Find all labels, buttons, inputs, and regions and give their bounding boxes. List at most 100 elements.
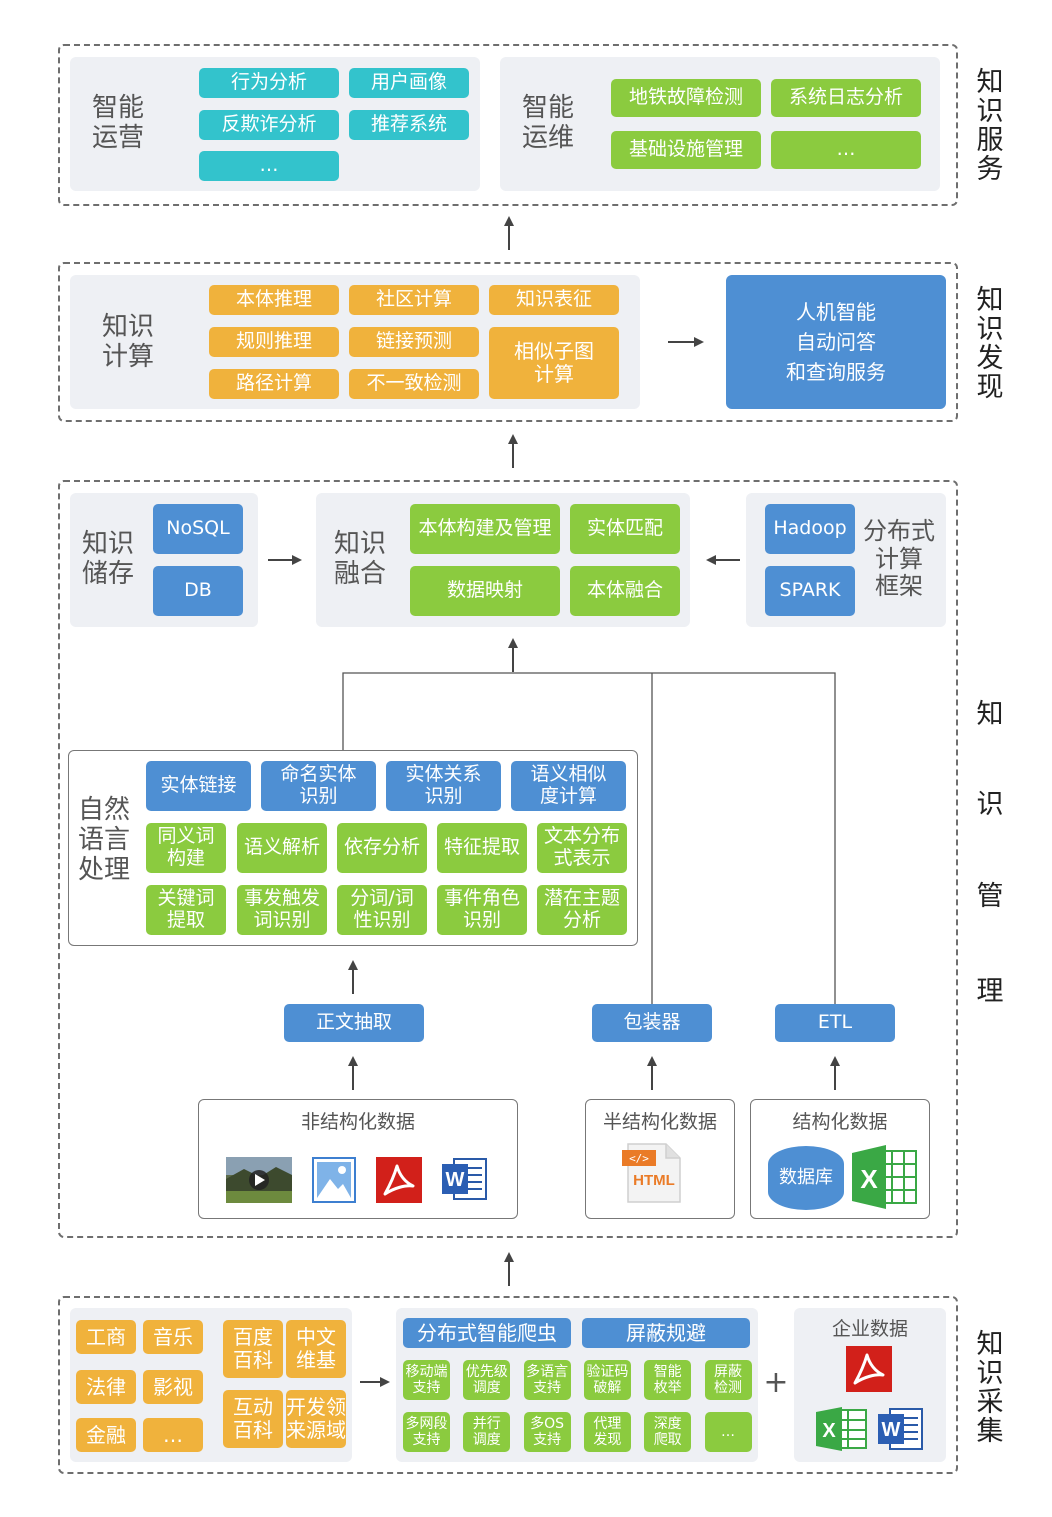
- crawler-feature: 屏蔽 检测: [704, 1360, 752, 1400]
- ops-item-antifraud: 反欺诈分析: [199, 110, 339, 140]
- fusion-ontology-merge: 本体融合: [570, 566, 680, 616]
- maint-item-more: …: [771, 131, 921, 169]
- knowledge-storage-label: 知识 储存: [82, 529, 135, 589]
- source-open-domain: 开发领 来源域: [286, 1390, 346, 1448]
- compute-path: 路径计算: [209, 369, 339, 399]
- crawler-feature: 并行 调度: [463, 1412, 511, 1452]
- semistructured-data-title: 半结构化数据: [602, 1111, 717, 1133]
- nlp-topic: 潜在主题 分析: [537, 885, 627, 935]
- crawler-feature: 代理 发现: [583, 1412, 631, 1452]
- source-finance: 金融: [76, 1418, 136, 1452]
- nlp-semantic-parse: 语义解析: [237, 823, 327, 873]
- smart-operations-label: 智能 运营: [92, 93, 145, 153]
- knowledge-fusion-label: 知识 融合: [334, 529, 387, 589]
- nlp-event-trigger: 事发触发 词识别: [237, 885, 327, 935]
- dist-hadoop: Hadoop: [765, 504, 855, 554]
- nlp-event-role: 事件角色 识别: [437, 885, 527, 935]
- source-business: 工商: [76, 1320, 136, 1354]
- crawler-feature: 移动端 支持: [403, 1360, 450, 1400]
- video-icon: [226, 1157, 292, 1203]
- fusion-entity-match: 实体匹配: [570, 504, 680, 554]
- source-film: 影视: [143, 1370, 203, 1404]
- nlp-dependency: 依存分析: [337, 823, 427, 873]
- layer-label-management-2: 识: [976, 789, 1004, 820]
- nlp-keyword: 关键词 提取: [146, 885, 226, 935]
- crawler-feature: 优先级 调度: [463, 1360, 511, 1400]
- knowledge-compute-label: 知识 计算: [102, 312, 155, 372]
- extract-text: 正文抽取: [284, 1004, 424, 1042]
- maint-item-syslog: 系统日志分析: [771, 79, 921, 117]
- excel-icon: X: [850, 1143, 920, 1211]
- storage-nosql: NoSQL: [153, 504, 243, 554]
- nlp-ner: 命名实体 识别: [261, 761, 376, 811]
- pdf-icon: [846, 1346, 892, 1392]
- svg-text:HTML: HTML: [633, 1172, 675, 1189]
- html-icon: </> HTML: [622, 1142, 684, 1204]
- crawler-feature: 验证码 破解: [583, 1360, 631, 1400]
- extract-etl: ETL: [775, 1004, 895, 1042]
- ops-item-more: …: [199, 151, 339, 181]
- storage-db: DB: [153, 566, 243, 616]
- nlp-relation: 实体关系 识别: [386, 761, 501, 811]
- layer-label-management-3: 管: [976, 881, 1004, 912]
- nlp-similarity: 语义相似 度计算: [511, 761, 626, 811]
- svg-text:W: W: [882, 1419, 901, 1441]
- word-icon: W: [876, 1406, 924, 1452]
- nlp-synonym: 同义词 构建: [146, 823, 226, 873]
- ops-item-portrait: 用户画像: [349, 68, 469, 98]
- nlp-feature: 特征提取: [437, 823, 527, 873]
- unstructured-data-title: 非结构化数据: [300, 1111, 415, 1133]
- crawler-feature: 多网段 支持: [403, 1412, 450, 1452]
- layer-label-discovery: 知 识 发 现: [976, 285, 1004, 404]
- distributed-framework-label: 分布式 计算 框架: [863, 517, 935, 601]
- fusion-data-mapping: 数据映射: [410, 566, 560, 616]
- crawler-feature: 多OS 支持: [523, 1412, 571, 1452]
- nlp-entity-linking: 实体链接: [146, 761, 251, 811]
- compute-community: 社区计算: [349, 285, 479, 315]
- fusion-ontology-build: 本体构建及管理: [410, 504, 560, 554]
- structured-data-title: 结构化数据: [792, 1111, 888, 1133]
- compute-ontology-reasoning: 本体推理: [209, 285, 339, 315]
- qa-service-box: 人机智能 自动问答 和查询服务: [726, 275, 946, 409]
- dist-spark: SPARK: [765, 566, 855, 616]
- source-chinese-wiki: 中文 维基: [286, 1320, 346, 1378]
- compute-inconsistency: 不一致检测: [349, 369, 479, 399]
- svg-text:W: W: [446, 1169, 465, 1191]
- source-hudong-baike: 互动 百科: [223, 1390, 283, 1448]
- compute-link-prediction: 链接预测: [349, 327, 479, 357]
- source-law: 法律: [76, 1370, 136, 1404]
- layer-label-management-4: 理: [976, 976, 1004, 1007]
- layer-label-management-1: 知: [976, 699, 1004, 730]
- nlp-text-representation: 文本分布 式表示: [537, 823, 627, 873]
- crawler-feature: 多语言 支持: [523, 1360, 571, 1400]
- shield-title: 屏蔽规避: [582, 1318, 750, 1348]
- database-icon: 数据库: [768, 1146, 844, 1210]
- excel-icon: X: [814, 1406, 868, 1452]
- word-icon: W: [440, 1155, 488, 1203]
- source-music: 音乐: [143, 1320, 203, 1354]
- source-baidu-baike: 百度 百科: [223, 1320, 283, 1378]
- pdf-icon: [376, 1157, 422, 1203]
- layer-label-service: 知 识 服 务: [976, 67, 1004, 186]
- compute-rule-reasoning: 规则推理: [209, 327, 339, 357]
- image-icon: [312, 1157, 356, 1203]
- layer-label-collection: 知 识 采 集: [976, 1329, 1004, 1448]
- crawler-title: 分布式智能爬虫: [403, 1318, 571, 1348]
- nlp-segmentation: 分词/词 性识别: [337, 885, 427, 935]
- crawler-feature: 深度 爬取: [644, 1412, 692, 1452]
- crawler-feature: 智能 枚举: [644, 1360, 692, 1400]
- maint-item-subway: 地铁故障检测: [611, 79, 761, 117]
- compute-similar-subgraph: 相似子图 计算: [489, 327, 619, 399]
- compute-representation: 知识表征: [489, 285, 619, 315]
- svg-text:X: X: [860, 1164, 878, 1194]
- svg-text:</>: </>: [629, 1152, 649, 1165]
- maint-item-infra: 基础设施管理: [611, 131, 761, 169]
- ops-item-behavior: 行为分析: [199, 68, 339, 98]
- source-more: …: [143, 1418, 203, 1452]
- smart-maintenance-label: 智能 运维: [522, 93, 575, 153]
- ops-item-recommend: 推荐系统: [349, 110, 469, 140]
- crawler-feature: …: [704, 1412, 752, 1452]
- nlp-label: 自然 语言 处理: [78, 795, 131, 885]
- svg-text:X: X: [822, 1420, 836, 1442]
- enterprise-data-title: 企业数据: [831, 1318, 908, 1340]
